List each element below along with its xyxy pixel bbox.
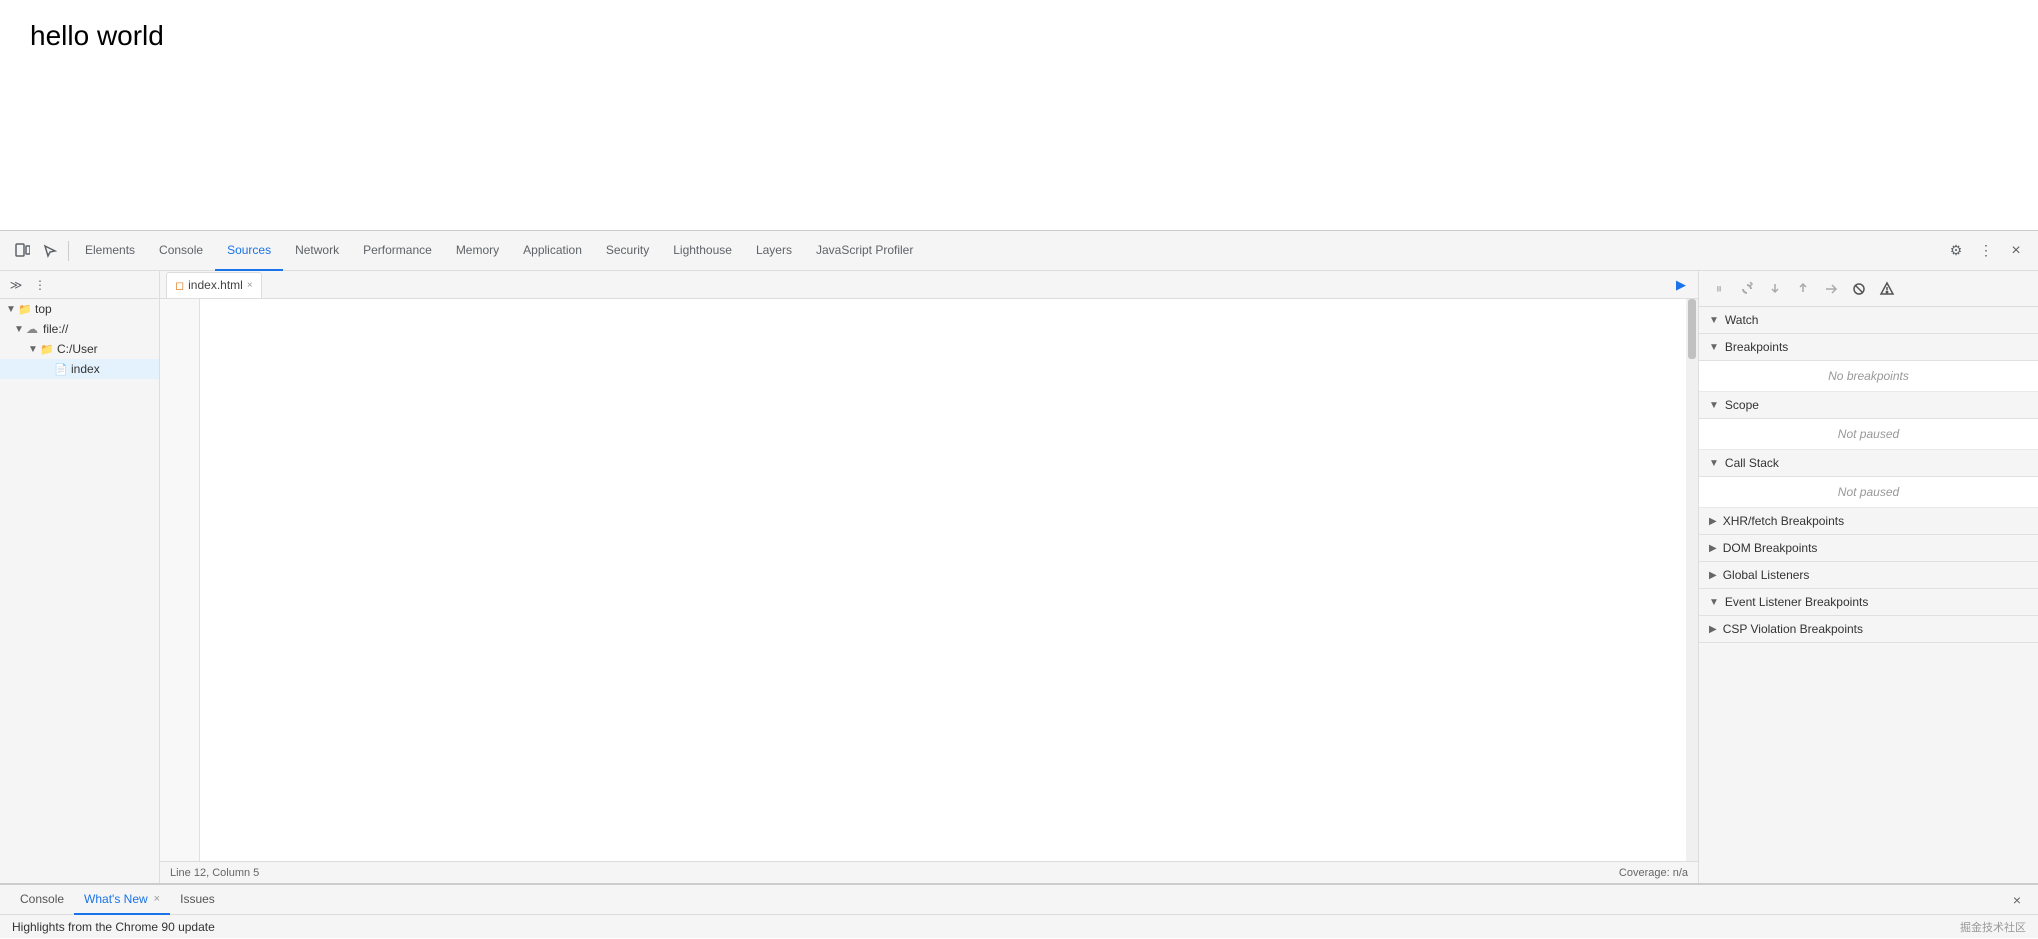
code-editor[interactable] <box>160 299 1698 861</box>
step-button[interactable] <box>1819 277 1843 301</box>
html-file-icon: ◻ <box>175 279 184 292</box>
step-into-button[interactable] <box>1763 277 1787 301</box>
debug-toolbar: ⏸ <box>1699 271 2038 307</box>
dom-breakpoints-section-label: DOM Breakpoints <box>1723 541 1818 555</box>
deactivate-breakpoints-button[interactable] <box>1847 277 1871 301</box>
editor-tab-close-button[interactable]: × <box>247 280 253 291</box>
tab-console[interactable]: Console <box>147 231 215 271</box>
more-options-button[interactable]: ⋮ <box>1972 237 2000 265</box>
close-devtools-button[interactable]: × <box>2002 237 2030 265</box>
pause-resume-button[interactable]: ⏸ <box>1707 277 1731 301</box>
event-listener-breakpoints-section-header[interactable]: ▼ Event Listener Breakpoints <box>1699 589 2038 616</box>
browser-page: hello world <box>0 0 2038 230</box>
xhr-breakpoints-section-header[interactable]: ▶ XHR/fetch Breakpoints <box>1699 508 2038 535</box>
highlights-text: Highlights from the Chrome 90 update <box>12 920 215 934</box>
file-tree-more-button[interactable]: ⋮ <box>30 275 50 295</box>
devtools-main: ≫ ⋮ ▼ 📁 top ▼ ☁ file:// ▼ 📁 C:/User <box>0 271 2038 883</box>
step-over-button[interactable] <box>1735 277 1759 301</box>
line-numbers-gutter <box>160 299 200 861</box>
tab-security[interactable]: Security <box>594 231 661 271</box>
editor-status-bar: Line 12, Column 5 Coverage: n/a <box>160 861 1698 883</box>
scope-content: Not paused <box>1699 419 2038 450</box>
debugger-right-panel: ⏸ <box>1698 271 2038 883</box>
breakpoints-content: No breakpoints <box>1699 361 2038 392</box>
expand-icon[interactable]: ≫ <box>6 275 26 295</box>
code-content-area[interactable] <box>200 299 1686 861</box>
tab-application[interactable]: Application <box>511 231 594 271</box>
tab-network[interactable]: Network <box>283 231 351 271</box>
tree-item-folder[interactable]: ▼ 📁 C:/User <box>0 339 159 359</box>
csp-violation-section-header[interactable]: ▶ CSP Violation Breakpoints <box>1699 616 2038 643</box>
bottom-tab-whats-new[interactable]: What's New × <box>74 885 170 915</box>
tab-sources[interactable]: Sources <box>215 231 283 271</box>
tab-layers[interactable]: Layers <box>744 231 804 271</box>
call-stack-section-header[interactable]: ▼ Call Stack <box>1699 450 2038 477</box>
devtools-toolbar: Elements Console Sources Network Perform… <box>0 231 2038 271</box>
bottom-tabs-bar: Console What's New × Issues × <box>0 885 2038 915</box>
select-element-button[interactable] <box>36 237 64 265</box>
tab-js-profiler[interactable]: JavaScript Profiler <box>804 231 925 271</box>
editor-tab-index-html[interactable]: ◻ index.html × <box>166 272 262 298</box>
toggle-device-toolbar-button[interactable] <box>8 237 36 265</box>
step-out-button[interactable] <box>1791 277 1815 301</box>
bottom-tab-issues[interactable]: Issues <box>170 885 225 915</box>
bottom-panel: Console What's New × Issues × Highlights… <box>0 883 2038 938</box>
debugger-sections: ▼ Watch ▼ Breakpoints No breakpoints ▼ S… <box>1699 307 2038 883</box>
call-stack-content: Not paused <box>1699 477 2038 508</box>
scope-section-label: Scope <box>1725 398 1759 412</box>
toolbar-divider <box>68 241 69 261</box>
file-tree-header: ≫ ⋮ <box>0 271 159 299</box>
breakpoints-section-label: Breakpoints <box>1725 340 1788 354</box>
coverage-label: Coverage: n/a <box>1619 867 1688 879</box>
tree-item-file[interactable]: ▼ ☁ file:// <box>0 319 159 339</box>
global-listeners-section-label: Global Listeners <box>1723 568 1810 582</box>
watch-section-header[interactable]: ▼ Watch <box>1699 307 2038 334</box>
cursor-position: Line 12, Column 5 <box>170 867 259 879</box>
bottom-panel-content: Highlights from the Chrome 90 update 掘金技… <box>0 915 2038 939</box>
editor-tabs-bar: ◻ index.html × ▶ <box>160 271 1698 299</box>
call-stack-section-label: Call Stack <box>1725 456 1779 470</box>
close-bottom-panel-button[interactable]: × <box>2006 889 2028 911</box>
editor-vertical-scrollbar[interactable] <box>1686 299 1698 861</box>
event-listener-section-label: Event Listener Breakpoints <box>1725 595 1868 609</box>
tree-item-top[interactable]: ▼ 📁 top <box>0 299 159 319</box>
scope-section-header[interactable]: ▼ Scope <box>1699 392 2038 419</box>
file-tree-panel: ≫ ⋮ ▼ 📁 top ▼ ☁ file:// ▼ 📁 C:/User <box>0 271 160 883</box>
editor-area: ◻ index.html × ▶ <box>160 271 1698 883</box>
tab-memory[interactable]: Memory <box>444 231 511 271</box>
run-snippet-button[interactable]: ▶ <box>1670 274 1692 296</box>
bottom-tab-console[interactable]: Console <box>10 885 74 915</box>
devtools-panel: Elements Console Sources Network Perform… <box>0 230 2038 938</box>
pause-on-exceptions-button[interactable] <box>1875 277 1899 301</box>
scrollbar-thumb <box>1688 299 1696 359</box>
whats-new-close-button[interactable]: × <box>154 893 160 905</box>
tab-elements[interactable]: Elements <box>73 231 147 271</box>
watch-section-label: Watch <box>1725 313 1759 327</box>
dom-breakpoints-section-header[interactable]: ▶ DOM Breakpoints <box>1699 535 2038 562</box>
branding-label: 掘金技术社区 <box>1960 919 2026 935</box>
tab-lighthouse[interactable]: Lighthouse <box>661 231 744 271</box>
xhr-section-label: XHR/fetch Breakpoints <box>1723 514 1844 528</box>
settings-button[interactable]: ⚙ <box>1942 237 1970 265</box>
csp-section-label: CSP Violation Breakpoints <box>1723 622 1863 636</box>
tab-performance[interactable]: Performance <box>351 231 444 271</box>
tree-item-index[interactable]: 📄 index <box>0 359 159 379</box>
page-hello-world: hello world <box>30 20 164 51</box>
breakpoints-section-header[interactable]: ▼ Breakpoints <box>1699 334 2038 361</box>
global-listeners-section-header[interactable]: ▶ Global Listeners <box>1699 562 2038 589</box>
